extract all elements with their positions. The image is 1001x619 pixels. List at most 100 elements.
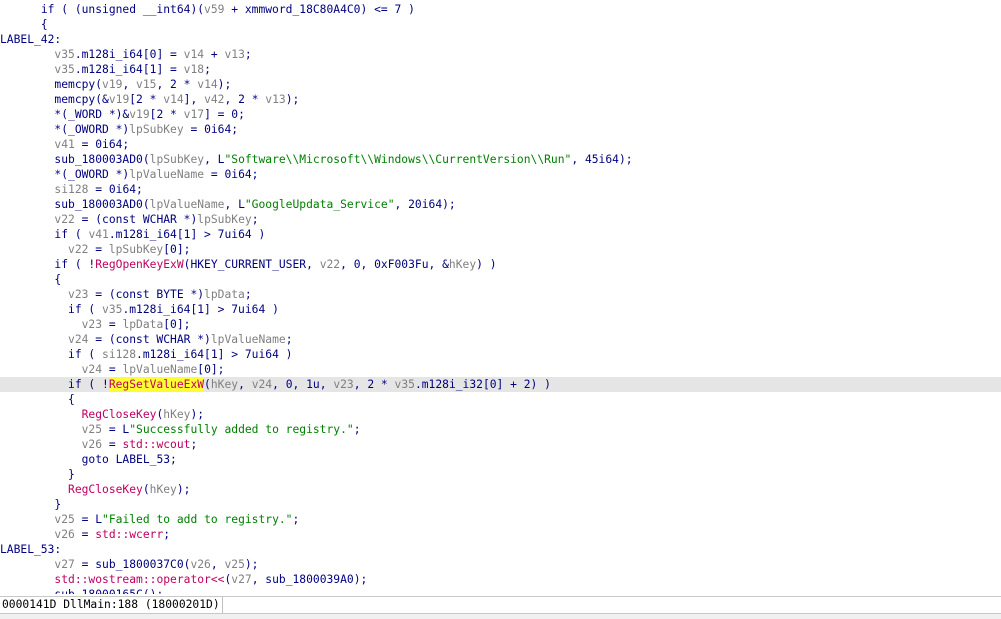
code-token[interactable]: v17 (184, 108, 204, 121)
code-token[interactable]: v35 (395, 378, 415, 391)
code-token[interactable]: v22 (68, 243, 88, 256)
code-line[interactable]: v35.m128i_i64[0] = v14 + v13; (0, 47, 1001, 62)
code-token[interactable]: RegCloseKey (82, 408, 157, 421)
code-token[interactable]: v25 (54, 513, 74, 526)
code-token[interactable]: v23 (68, 288, 88, 301)
code-line[interactable]: memcpy(&v19[2 * v14], v42, 2 * v13); (0, 92, 1001, 107)
code-token[interactable]: lpSubKey (150, 153, 204, 166)
code-token[interactable]: v35 (54, 48, 74, 61)
code-line[interactable]: if ( !RegOpenKeyExW(HKEY_CURRENT_USER, v… (0, 257, 1001, 272)
code-token[interactable]: v24 (68, 333, 88, 346)
code-token[interactable]: v59 (204, 3, 224, 16)
code-line[interactable]: goto LABEL_53; (0, 452, 1001, 467)
code-line[interactable]: v22 = lpSubKey[0]; (0, 242, 1001, 257)
code-line[interactable]: si128 = 0i64; (0, 182, 1001, 197)
code-token[interactable]: v15 (136, 78, 156, 91)
code-token[interactable]: v19 (109, 93, 129, 106)
code-token[interactable]: v22 (54, 213, 74, 226)
code-line[interactable]: v25 = L"Successfully added to registry."… (0, 422, 1001, 437)
code-token[interactable]: v18 (184, 63, 204, 76)
code-token[interactable]: v13 (265, 93, 285, 106)
code-token[interactable]: v22 (320, 258, 340, 271)
code-token[interactable]: lpValueName (129, 168, 204, 181)
code-token[interactable]: std::wcerr (95, 528, 163, 541)
code-line[interactable]: v41 = 0i64; (0, 137, 1001, 152)
code-token[interactable]: v26 (54, 528, 74, 541)
code-token[interactable]: v26 (190, 558, 210, 571)
code-token[interactable]: lpSubKey (197, 213, 251, 226)
code-line[interactable]: LABEL_42: (0, 32, 1001, 47)
code-line[interactable]: memcpy(v19, v15, 2 * v14); (0, 77, 1001, 92)
code-token[interactable]: lpSubKey (129, 123, 183, 136)
code-line[interactable]: sub_180003AD0(lpValueName, L"GooglеUpdat… (0, 197, 1001, 212)
code-token[interactable]: v26 (82, 438, 102, 451)
code-line[interactable]: LABEL_53: (0, 542, 1001, 557)
code-token[interactable]: v24 (252, 378, 272, 391)
code-line[interactable]: v26 = std::wcout; (0, 437, 1001, 452)
code-line[interactable]: } (0, 467, 1001, 482)
code-token[interactable]: lpValueName (150, 198, 225, 211)
code-line[interactable]: v22 = (const WCHAR *)lpSubKey; (0, 212, 1001, 227)
code-line[interactable]: { (0, 272, 1001, 287)
code-token[interactable]: v13 (224, 48, 244, 61)
code-token[interactable]: lpData (122, 318, 163, 331)
code-line[interactable]: sub_180003AD0(lpSubKey, L"Software\\Micr… (0, 152, 1001, 167)
code-line[interactable]: if ( v41.m128i_i64[1] > 7ui64 ) (0, 227, 1001, 242)
code-token[interactable]: hKey (150, 483, 177, 496)
code-token[interactable]: v23 (82, 318, 102, 331)
code-token[interactable]: si128 (102, 348, 136, 361)
code-token[interactable]: v19 (129, 108, 149, 121)
code-line[interactable]: if ( si128.m128i_i64[1] > 7ui64 ) (0, 347, 1001, 362)
code-line[interactable]: if ( (unsigned __int64)(v59 + xmmword_18… (0, 2, 1001, 17)
code-line[interactable]: RegCloseKey(hKey); (0, 407, 1001, 422)
code-line[interactable]: v25 = L"Failed to add to registry."; (0, 512, 1001, 527)
code-token[interactable]: v25 (224, 558, 244, 571)
code-line[interactable]: { (0, 17, 1001, 32)
code-token[interactable]: lpValueName (122, 363, 197, 376)
code-token[interactable]: v14 (163, 93, 183, 106)
pseudocode-view[interactable]: if ( (unsigned __int64)(v59 + xmmword_18… (0, 0, 1001, 594)
code-line[interactable]: std::wostream::operator<<(v27, sub_18000… (0, 572, 1001, 587)
code-line[interactable]: v23 = lpData[0]; (0, 317, 1001, 332)
code-token[interactable]: v35 (54, 63, 74, 76)
code-token[interactable]: v27 (54, 558, 74, 571)
code-token[interactable]: lpSubKey (109, 243, 163, 256)
code-line[interactable]: v26 = std::wcerr; (0, 527, 1001, 542)
code-token[interactable]: v42 (204, 93, 224, 106)
code-token[interactable]: lpValueName (211, 333, 286, 346)
code-line[interactable]: *(_WORD *)&v19[2 * v17] = 0; (0, 107, 1001, 122)
code-token[interactable]: hKey (211, 378, 238, 391)
code-token[interactable]: v14 (197, 78, 217, 91)
code-token[interactable]: v24 (82, 363, 102, 376)
code-token[interactable]: v27 (231, 573, 251, 586)
code-line[interactable]: RegCloseKey(hKey); (0, 482, 1001, 497)
code-line[interactable]: if ( !RegSetValueExW(hKey, v24, 0, 1u, v… (0, 377, 1001, 392)
code-line[interactable]: v23 = (const BYTE *)lpData; (0, 287, 1001, 302)
highlighted-api-token[interactable]: RegSetValueExW (108, 378, 205, 391)
code-token[interactable]: v41 (88, 228, 108, 241)
code-token[interactable]: RegOpenKeyExW (95, 258, 183, 271)
code-token[interactable]: v23 (333, 378, 353, 391)
code-token[interactable]: std::wcout (122, 438, 190, 451)
code-token[interactable]: v25 (82, 423, 102, 436)
code-line[interactable]: if ( v35.m128i_i64[1] > 7ui64 ) (0, 302, 1001, 317)
code-token[interactable]: std::wostream::operator<< (54, 573, 224, 586)
code-line[interactable]: v24 = (const WCHAR *)lpValueName; (0, 332, 1001, 347)
code-line[interactable]: v27 = sub_1800037C0(v26, v25); (0, 557, 1001, 572)
code-line[interactable]: *(_OWORD *)lpValueName = 0i64; (0, 167, 1001, 182)
code-line[interactable]: { (0, 392, 1001, 407)
code-token[interactable]: RegCloseKey (68, 483, 143, 496)
code-token[interactable]: v14 (184, 48, 204, 61)
code-token[interactable]: v35 (102, 303, 122, 316)
code-token[interactable]: hKey (449, 258, 476, 271)
code-token[interactable]: v41 (54, 138, 74, 151)
code-line[interactable]: sub_18000165C(); (0, 587, 1001, 594)
code-line[interactable]: } (0, 497, 1001, 512)
code-line[interactable]: v24 = lpValueName[0]; (0, 362, 1001, 377)
code-line[interactable]: *(_OWORD *)lpSubKey = 0i64; (0, 122, 1001, 137)
code-token[interactable]: lpData (204, 288, 245, 301)
code-line[interactable]: v35.m128i_i64[1] = v18; (0, 62, 1001, 77)
code-token[interactable]: hKey (163, 408, 190, 421)
code-token[interactable]: si128 (54, 183, 88, 196)
code-token[interactable]: v19 (102, 78, 122, 91)
